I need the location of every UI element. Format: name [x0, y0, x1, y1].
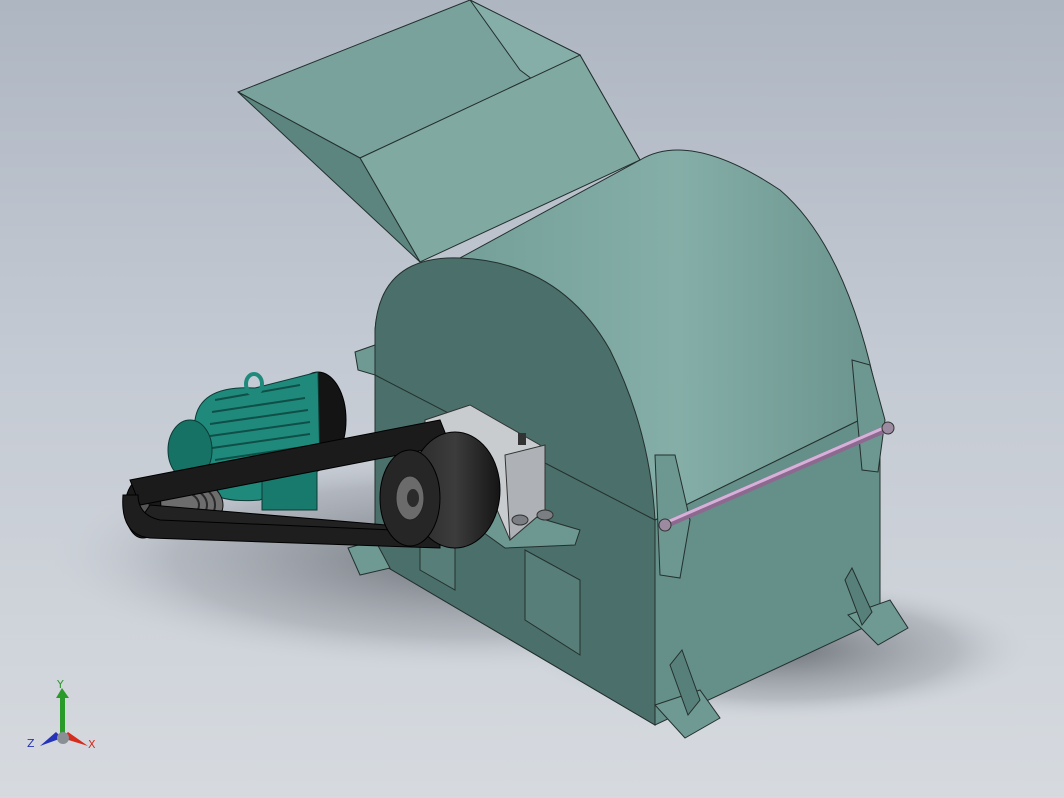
orientation-triad: Y X Z: [22, 678, 106, 756]
y-axis-arrow: [60, 696, 65, 734]
y-axis-label: Y: [57, 678, 64, 691]
z-axis-label: Z: [27, 737, 35, 750]
x-axis-label: X: [88, 738, 96, 751]
3d-viewport[interactable]: [0, 0, 1064, 798]
